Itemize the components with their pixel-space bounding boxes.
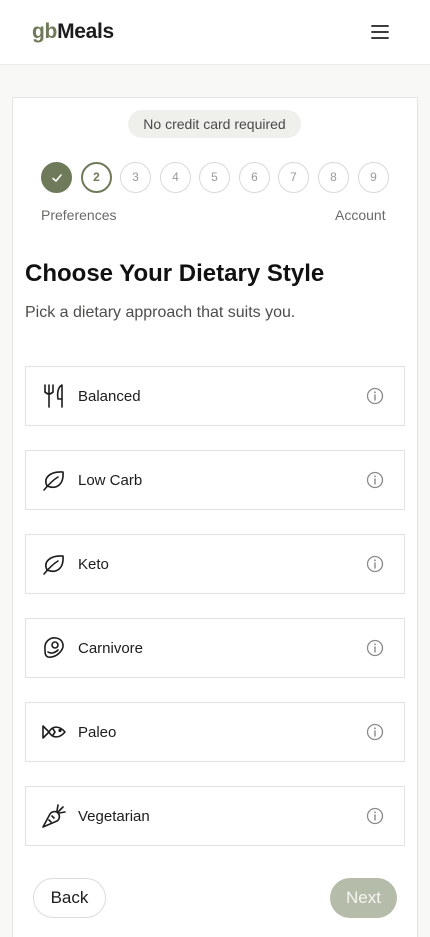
app-header: gbMeals	[0, 0, 430, 65]
step-1-complete[interactable]	[41, 162, 72, 193]
utensils-icon	[44, 384, 63, 408]
page-title: Choose Your Dietary Style	[25, 260, 325, 287]
diet-option-label: Paleo	[78, 724, 117, 741]
diet-option-keto[interactable]: Keto	[25, 534, 405, 594]
step-8: 8	[318, 162, 349, 193]
diet-option-label: Keto	[78, 556, 109, 573]
step-4: 4	[160, 162, 191, 193]
diet-option-carnivore[interactable]: Carnivore	[25, 618, 405, 678]
logo-suffix: Meals	[57, 20, 114, 43]
page-subtitle: Pick a dietary approach that suits you.	[25, 304, 296, 321]
leaf-icon	[43, 471, 64, 491]
diet-option-label: Carnivore	[78, 640, 144, 657]
diet-option-label: Low Carb	[78, 472, 143, 489]
steak-icon	[44, 637, 64, 658]
step-6: 6	[239, 162, 270, 193]
diet-option-paleo[interactable]: Paleo	[25, 702, 405, 762]
logo-prefix: gb	[32, 20, 58, 43]
diet-option-vegetarian[interactable]: Vegetarian	[25, 786, 405, 846]
diet-option-label: Vegetarian	[78, 808, 150, 825]
info-icon[interactable]	[366, 723, 384, 741]
carrot-icon	[42, 804, 66, 828]
diet-option-label: Balanced	[78, 388, 141, 405]
step-2[interactable]: 2	[81, 162, 112, 193]
leaf-icon	[43, 555, 64, 575]
logo[interactable]: gbMeals	[32, 20, 114, 44]
no-credit-card-badge: No credit card required	[128, 110, 301, 138]
step-9: 9	[358, 162, 389, 193]
step-7: 7	[278, 162, 309, 193]
info-icon[interactable]	[366, 471, 384, 489]
check-icon	[52, 174, 62, 182]
info-icon[interactable]	[366, 639, 384, 657]
stepper-end-label: Account	[335, 207, 386, 223]
diet-option-low-carb[interactable]: Low Carb	[25, 450, 405, 510]
hamburger-menu-icon[interactable]	[368, 22, 392, 42]
info-icon[interactable]	[366, 555, 384, 573]
fish-icon	[42, 725, 66, 739]
info-icon[interactable]	[366, 807, 384, 825]
next-button[interactable]: Next	[330, 878, 397, 918]
step-5: 5	[199, 162, 230, 193]
info-icon[interactable]	[366, 387, 384, 405]
step-3: 3	[120, 162, 151, 193]
back-button[interactable]: Back	[33, 878, 106, 918]
diet-option-balanced[interactable]: Balanced	[25, 366, 405, 426]
stepper-start-label: Preferences	[41, 207, 117, 223]
